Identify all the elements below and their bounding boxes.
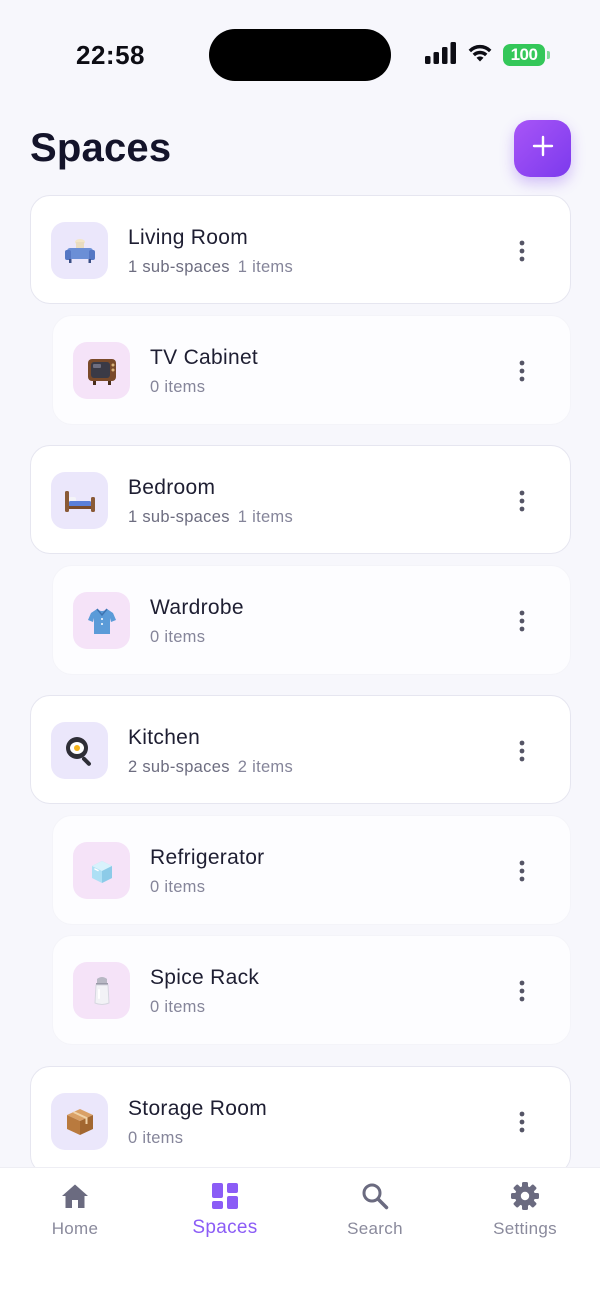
item-count: 0 items	[150, 878, 206, 896]
tab-home[interactable]: Home	[0, 1168, 150, 1268]
salt-shaker-icon	[73, 962, 130, 1019]
tab-search[interactable]: Search	[300, 1168, 450, 1268]
more-vertical-icon	[519, 1111, 525, 1133]
item-count: 1 items	[237, 258, 294, 276]
more-vertical-icon	[519, 360, 525, 382]
space-meta: 0 items	[128, 1129, 183, 1148]
more-vertical-icon	[519, 980, 525, 1002]
more-options-button[interactable]	[514, 859, 530, 883]
item-count: 0 items	[128, 1129, 184, 1147]
space-card-refrigerator[interactable]: Refrigerator 0 items	[52, 815, 571, 925]
dynamic-island	[209, 29, 391, 81]
more-options-button[interactable]	[514, 739, 530, 763]
space-name: Kitchen	[128, 726, 201, 749]
space-card-living-room[interactable]: Living Room 1 sub-spaces 1 items	[30, 195, 571, 304]
status-icons: 100	[425, 41, 550, 69]
package-icon	[51, 1093, 108, 1150]
space-meta: 0 items	[150, 378, 205, 397]
shirt-icon	[73, 592, 130, 649]
gear-icon	[510, 1181, 540, 1211]
tab-bar: Home Spaces Search Settings	[0, 1167, 600, 1299]
status-time: 22:58	[76, 40, 145, 70]
battery-level: 100	[503, 44, 545, 66]
space-card-spice-rack[interactable]: Spice Rack 0 items	[52, 935, 571, 1045]
item-count: 0 items	[150, 998, 206, 1016]
bed-icon	[51, 472, 108, 529]
sub-space-count: 1 sub-spaces	[128, 508, 230, 526]
space-name: Refrigerator	[150, 846, 265, 869]
space-card-storage-room[interactable]: Storage Room 0 items	[30, 1066, 571, 1175]
more-options-button[interactable]	[514, 979, 530, 1003]
item-count: 1 items	[237, 508, 294, 526]
more-vertical-icon	[519, 860, 525, 882]
tab-label: Settings	[493, 1219, 557, 1238]
more-vertical-icon	[519, 740, 525, 762]
more-vertical-icon	[519, 490, 525, 512]
status-bar: 22:58 100	[0, 0, 600, 110]
more-vertical-icon	[519, 610, 525, 632]
sub-space-count: 1 sub-spaces	[128, 258, 230, 276]
space-name: Spice Rack	[150, 966, 260, 989]
space-name: Living Room	[128, 226, 249, 249]
tab-label: Search	[347, 1219, 403, 1238]
more-options-button[interactable]	[514, 239, 530, 263]
space-name: TV Cabinet	[150, 346, 259, 369]
more-options-button[interactable]	[514, 1110, 530, 1134]
grid-icon	[211, 1181, 239, 1211]
space-name: Storage Room	[128, 1097, 268, 1120]
space-meta: 0 items	[150, 628, 205, 647]
space-card-kitchen[interactable]: Kitchen 2 sub-spaces 2 items	[30, 695, 571, 804]
space-meta: 0 items	[150, 998, 205, 1017]
tab-label: Spaces	[192, 1217, 258, 1238]
signal-icon	[425, 41, 457, 69]
search-icon	[361, 1181, 389, 1211]
plus-icon	[532, 135, 554, 162]
space-name: Bedroom	[128, 476, 216, 499]
tab-settings[interactable]: Settings	[450, 1168, 600, 1268]
space-meta: 1 sub-spaces 1 items	[128, 508, 293, 527]
space-name: Wardrobe	[150, 596, 244, 619]
battery-icon: 100	[503, 44, 550, 66]
more-options-button[interactable]	[514, 489, 530, 513]
sub-space-count: 2 sub-spaces	[128, 758, 230, 776]
space-meta: 0 items	[150, 878, 205, 897]
ice-cube-icon	[73, 842, 130, 899]
add-space-button[interactable]	[514, 120, 571, 177]
tab-label: Home	[51, 1219, 99, 1238]
more-options-button[interactable]	[514, 359, 530, 383]
space-card-tv-cabinet[interactable]: TV Cabinet 0 items	[52, 315, 571, 425]
tab-spaces[interactable]: Spaces	[150, 1168, 300, 1268]
television-icon	[73, 342, 130, 399]
space-card-wardrobe[interactable]: Wardrobe 0 items	[52, 565, 571, 675]
page-title: Spaces	[30, 126, 172, 170]
space-meta: 2 sub-spaces 2 items	[128, 758, 293, 777]
more-options-button[interactable]	[514, 609, 530, 633]
item-count: 0 items	[150, 378, 206, 396]
more-vertical-icon	[519, 240, 525, 262]
home-icon	[61, 1181, 89, 1211]
sofa-icon	[51, 222, 108, 279]
item-count: 0 items	[150, 628, 206, 646]
frying-pan-icon	[51, 722, 108, 779]
space-meta: 1 sub-spaces 1 items	[128, 258, 293, 277]
space-card-bedroom[interactable]: Bedroom 1 sub-spaces 1 items	[30, 445, 571, 554]
item-count: 2 items	[237, 758, 294, 776]
wifi-icon	[466, 42, 494, 69]
